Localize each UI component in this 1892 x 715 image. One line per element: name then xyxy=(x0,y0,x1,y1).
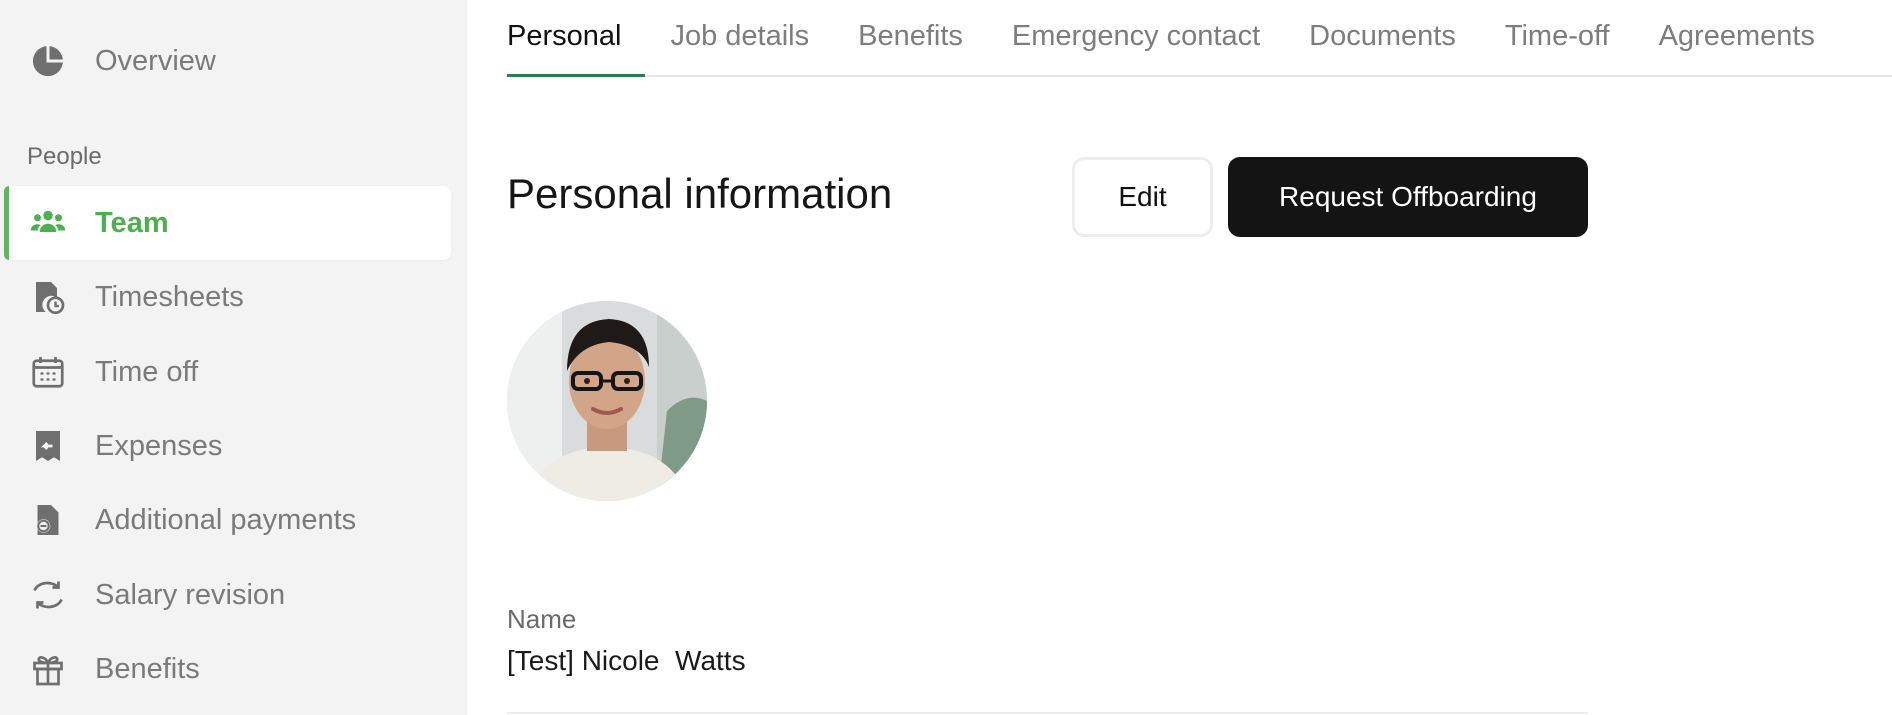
edit-button[interactable]: Edit xyxy=(1072,157,1213,237)
avatar xyxy=(507,301,707,501)
profile-tabs: Personal Job details Benefits Emergency … xyxy=(507,0,1892,77)
refresh-arrows-icon xyxy=(28,575,68,615)
sidebar-item-label: Overview xyxy=(95,44,216,77)
sidebar-item-label: Team xyxy=(95,206,169,239)
sidebar: Overview People Team Timesheets Time off xyxy=(0,0,467,715)
tab-documents[interactable]: Documents xyxy=(1309,0,1456,75)
team-icon xyxy=(28,203,68,243)
sidebar-item-label: Time off xyxy=(95,355,199,388)
sidebar-item-timesheets[interactable]: Timesheets xyxy=(4,260,451,334)
timesheet-icon xyxy=(28,277,68,317)
sidebar-item-label: Expenses xyxy=(95,429,223,462)
sidebar-item-overview[interactable]: Overview xyxy=(4,24,451,98)
tab-job-details[interactable]: Job details xyxy=(670,0,809,75)
sidebar-item-label: Benefits xyxy=(95,652,200,685)
app-root: Overview People Team Timesheets Time off xyxy=(0,0,1892,715)
sidebar-item-team[interactable]: Team xyxy=(4,186,451,260)
tab-personal[interactable]: Personal xyxy=(507,0,647,77)
sidebar-item-salary-revision[interactable]: Salary revision xyxy=(4,558,451,632)
tab-time-off[interactable]: Time-off xyxy=(1505,0,1610,75)
sidebar-item-expenses[interactable]: Expenses xyxy=(4,409,451,483)
tab-benefits[interactable]: Benefits xyxy=(858,0,963,75)
receipt-icon xyxy=(28,426,68,466)
name-field-value: [Test] Nicole Watts xyxy=(507,645,746,676)
page-title: Personal information xyxy=(507,170,893,217)
divider xyxy=(507,712,1588,714)
sidebar-item-label: Salary revision xyxy=(95,578,286,611)
request-offboarding-button[interactable]: Request Offboarding xyxy=(1228,157,1588,237)
tab-emergency-contact[interactable]: Emergency contact xyxy=(1012,0,1260,75)
sidebar-item-time-off[interactable]: Time off xyxy=(4,335,451,409)
sidebar-item-label: Timesheets xyxy=(95,280,244,313)
sidebar-item-benefits[interactable]: Benefits xyxy=(4,632,451,706)
tab-agreements[interactable]: Agreements xyxy=(1659,0,1815,75)
pie-chart-icon xyxy=(28,41,68,81)
main-content: Personal Job details Benefits Emergency … xyxy=(467,0,1892,715)
sidebar-item-additional-payments[interactable]: Additional payments xyxy=(4,483,451,557)
gift-icon xyxy=(28,649,68,689)
name-field-label: Name xyxy=(507,604,577,634)
section-label-people: People xyxy=(27,143,102,170)
calendar-icon xyxy=(28,352,68,392)
payment-document-icon xyxy=(28,500,68,540)
sidebar-item-label: Additional payments xyxy=(95,503,357,536)
